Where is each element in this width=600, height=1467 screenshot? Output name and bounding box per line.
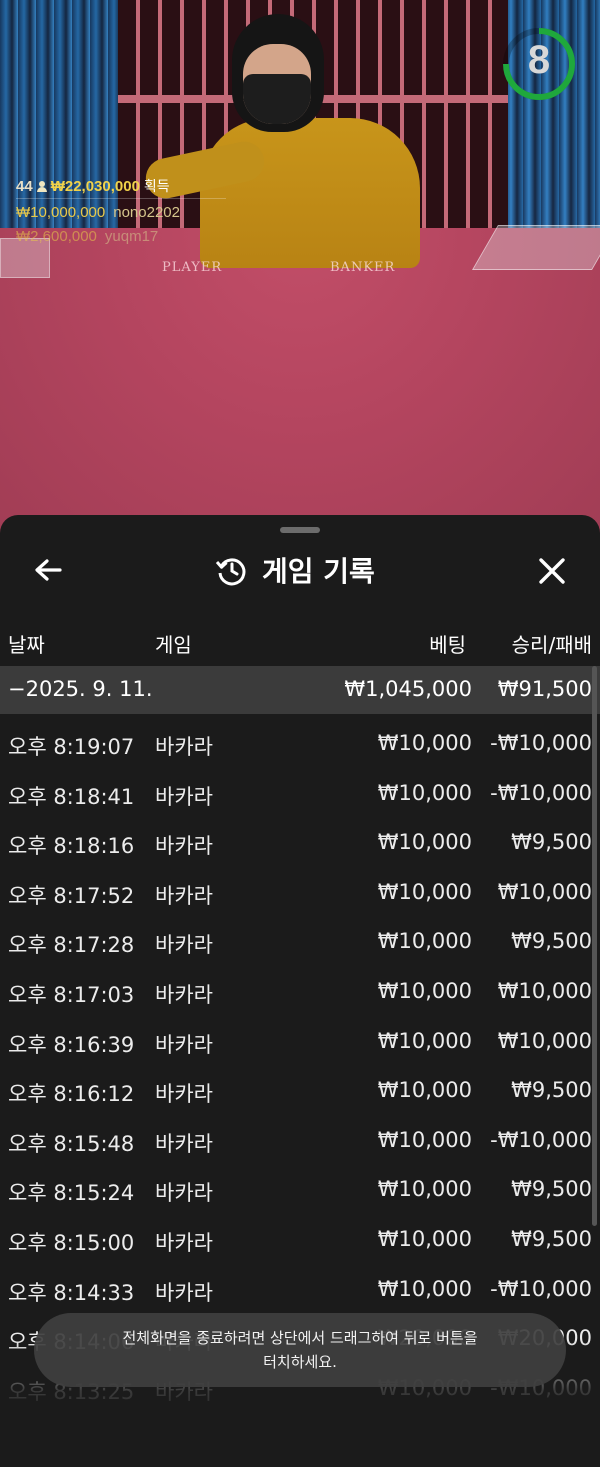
row-bet: ₩10,000 bbox=[377, 879, 472, 904]
row-game: 바카라 bbox=[155, 735, 213, 759]
row-result: ₩9,500 bbox=[511, 830, 592, 855]
row-bet: ₩10,000 bbox=[377, 1078, 472, 1103]
dealer bbox=[200, 118, 420, 268]
row-time: 오후 8:17:28 bbox=[8, 933, 135, 958]
row-result: -₩10,000 bbox=[490, 731, 592, 755]
row-result: -₩10,000 bbox=[490, 780, 592, 805]
winner-entry: ₩10,000,000 nono2202 bbox=[16, 203, 180, 221]
column-bet: 베팅 bbox=[429, 633, 466, 657]
felt-banker-label: BANKER bbox=[330, 260, 396, 275]
fullscreen-exit-toast: 전체화면을 종료하려면 상단에서 드래그하여 뒤로 버튼을 터치하세요. bbox=[34, 1313, 566, 1387]
row-game: 바카라 bbox=[155, 1181, 213, 1206]
row-result: -₩10,000 bbox=[490, 1276, 592, 1301]
bet-timer: 8 bbox=[500, 22, 578, 106]
row-bet: ₩10,000 bbox=[377, 929, 472, 954]
table-row[interactable]: 오후 8:18:41 바카라 ₩10,000 -₩10,000 bbox=[0, 768, 600, 818]
table-row[interactable]: 오후 8:17:03 바카라 ₩10,000 ₩10,000 bbox=[0, 966, 600, 1016]
row-game: 바카라 bbox=[155, 834, 213, 859]
scrollbar[interactable] bbox=[592, 666, 597, 1226]
row-game: 바카라 bbox=[155, 933, 213, 958]
close-icon bbox=[539, 558, 565, 584]
row-game: 바카라 bbox=[155, 1032, 213, 1057]
row-bet: ₩10,000 bbox=[377, 731, 472, 755]
row-result: ₩9,500 bbox=[511, 929, 592, 954]
row-game: 바카라 bbox=[155, 1131, 213, 1156]
row-time: 오후 8:16:39 bbox=[8, 1032, 135, 1057]
table-row[interactable]: 오후 8:17:52 바카라 ₩10,000 ₩10,000 bbox=[0, 867, 600, 917]
day-summary-row[interactable]: −2025. 9. 11. ₩1,045,000 ₩91,500 bbox=[0, 666, 600, 714]
winners-total: ₩22,030,000 bbox=[50, 177, 140, 195]
table-row[interactable]: 오후 8:18:16 바카라 ₩10,000 ₩9,500 bbox=[0, 817, 600, 867]
column-result: 승리/패배 bbox=[511, 633, 592, 657]
table-row[interactable]: 오후 8:15:24 바카라 ₩10,000 ₩9,500 bbox=[0, 1164, 600, 1214]
row-time: 오후 8:17:03 bbox=[8, 982, 135, 1007]
column-game: 게임 bbox=[155, 633, 192, 657]
row-bet: ₩10,000 bbox=[377, 978, 472, 1003]
day-bet-total: ₩1,045,000 bbox=[344, 677, 472, 701]
row-time: 오후 8:15:00 bbox=[8, 1230, 135, 1255]
drag-handle[interactable] bbox=[280, 527, 320, 533]
row-game: 바카라 bbox=[155, 1082, 213, 1107]
row-time: 오후 8:15:24 bbox=[8, 1181, 135, 1206]
history-icon bbox=[215, 558, 246, 586]
table-row[interactable]: 오후 8:15:48 바카라 ₩10,000 -₩10,000 bbox=[0, 1115, 600, 1165]
felt-player-label: PLAYER bbox=[162, 260, 223, 275]
table-row[interactable]: 오후 8:17:28 바카라 ₩10,000 ₩9,500 bbox=[0, 916, 600, 966]
column-date: 날짜 bbox=[8, 633, 45, 657]
baccarat-table bbox=[0, 228, 600, 540]
row-time: 오후 8:18:16 bbox=[8, 834, 135, 859]
row-game: 바카라 bbox=[155, 982, 213, 1007]
day-result-total: ₩91,500 bbox=[497, 677, 592, 701]
timer-count: 8 bbox=[527, 38, 551, 82]
row-bet: ₩10,000 bbox=[377, 1177, 472, 1202]
row-time: 오후 8:14:33 bbox=[8, 1280, 135, 1305]
arrow-left-icon bbox=[35, 559, 62, 581]
toast-line-2: 터치하세요. bbox=[263, 1353, 337, 1371]
close-button[interactable] bbox=[532, 551, 572, 591]
winner-count: 44 bbox=[16, 177, 33, 195]
row-bet: ₩10,000 bbox=[377, 780, 472, 805]
row-bet: ₩10,000 bbox=[377, 830, 472, 855]
row-game: 바카라 bbox=[155, 784, 213, 809]
row-bet: ₩10,000 bbox=[377, 1226, 472, 1251]
row-time: 오후 8:17:52 bbox=[8, 883, 135, 908]
row-result: ₩9,500 bbox=[511, 1078, 592, 1103]
back-button[interactable] bbox=[28, 553, 68, 587]
user-icon bbox=[36, 181, 47, 192]
row-result: ₩10,000 bbox=[497, 978, 592, 1003]
winners-panel: 44 ₩22,030,000 획득 ₩10,000,000 nono2202 ₩… bbox=[16, 176, 226, 247]
row-result: ₩10,000 bbox=[497, 879, 592, 904]
winner-entry: ₩2,600,000 yuqm17 bbox=[16, 227, 159, 245]
row-result: ₩9,500 bbox=[511, 1226, 592, 1251]
row-result: -₩10,000 bbox=[490, 1127, 592, 1152]
winners-suffix: 획득 bbox=[143, 178, 170, 194]
row-time: 오후 8:15:48 bbox=[8, 1131, 135, 1156]
row-bet: ₩10,000 bbox=[377, 1127, 472, 1152]
table-row[interactable]: 오후 8:16:39 바카라 ₩10,000 ₩10,000 bbox=[0, 1016, 600, 1066]
row-game: 바카라 bbox=[155, 1280, 213, 1305]
row-game: 바카라 bbox=[155, 1230, 213, 1255]
live-video: PLAYER BANKER 8 44 ₩22,030,000 획득 ₩10,00… bbox=[0, 0, 600, 540]
day-date: −2025. 9. 11. bbox=[8, 677, 153, 701]
row-time: 오후 8:16:12 bbox=[8, 1082, 135, 1107]
table-row[interactable]: 오후 8:19:07 바카라 ₩10,000 -₩10,000 bbox=[0, 718, 600, 768]
table-header: 날짜 게임 베팅 승리/패배 bbox=[0, 623, 600, 659]
sheet-title: 게임 기록 bbox=[262, 555, 375, 588]
toast-line-1: 전체화면을 종료하려면 상단에서 드래그하여 뒤로 버튼을 bbox=[122, 1329, 478, 1347]
row-result: ₩10,000 bbox=[497, 1028, 592, 1053]
table-row[interactable]: 오후 8:15:00 바카라 ₩10,000 ₩9,500 bbox=[0, 1214, 600, 1264]
row-time: 오후 8:18:41 bbox=[8, 784, 135, 809]
row-bet: ₩10,000 bbox=[377, 1276, 472, 1301]
row-bet: ₩10,000 bbox=[377, 1028, 472, 1053]
row-result: ₩9,500 bbox=[511, 1177, 592, 1202]
history-list: 오후 8:19:07 바카라 ₩10,000 -₩10,000 오후 8:18:41 바카… bbox=[0, 718, 600, 1412]
row-game: 바카라 bbox=[155, 883, 213, 908]
row-time: 오후 8:19:07 bbox=[8, 735, 135, 759]
sheet-header: 게임 기록 bbox=[0, 545, 600, 595]
table-row[interactable]: 오후 8:14:33 바카라 ₩10,000 -₩10,000 bbox=[0, 1264, 600, 1314]
table-row[interactable]: 오후 8:16:12 바카라 ₩10,000 ₩9,500 bbox=[0, 1065, 600, 1115]
